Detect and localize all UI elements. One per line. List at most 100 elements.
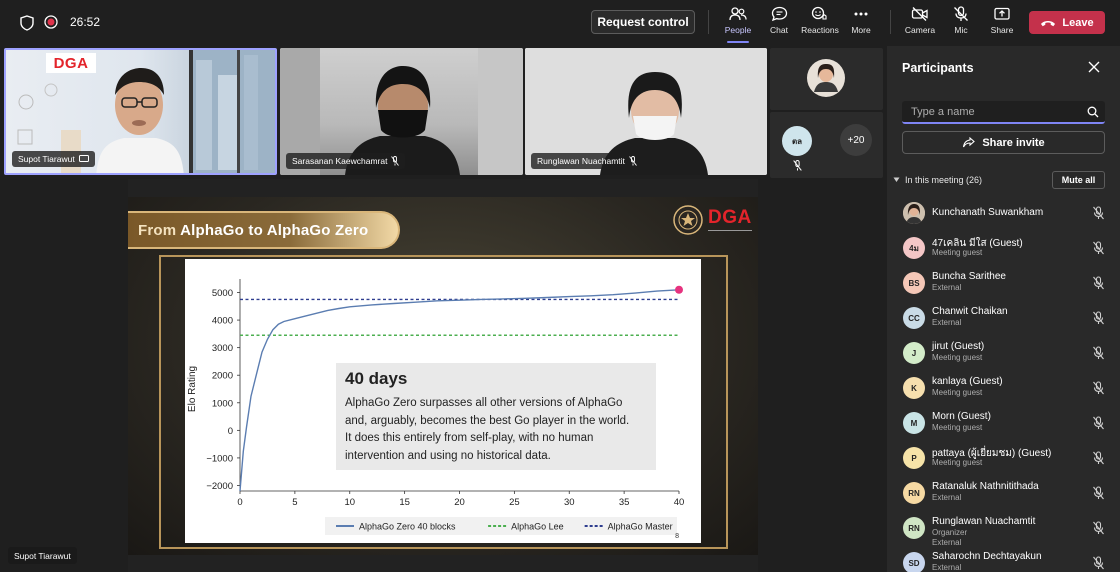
speaker-background-logo: DGA bbox=[46, 53, 96, 73]
series-endpoint-marker bbox=[675, 285, 683, 294]
participant-row[interactable]: 4ม 47เคลิน มีใส (Guest) Meeting guest bbox=[902, 231, 1112, 265]
share-button[interactable]: Share bbox=[980, 6, 1024, 44]
participant-row[interactable]: RN Ratanaluk Nathnitithada External bbox=[902, 476, 1112, 510]
speaker-video-tile[interactable]: DGA Supot Tiarawut bbox=[4, 48, 277, 175]
participant-role: External bbox=[932, 563, 962, 572]
x-tick-label: 5 bbox=[292, 497, 297, 508]
x-tick-label: 10 bbox=[344, 497, 355, 508]
participant-name: Chanwit Chaikan bbox=[932, 306, 1008, 317]
meeting-timer: 26:52 bbox=[70, 15, 101, 29]
mic-muted-icon[interactable] bbox=[1092, 311, 1106, 325]
participant-name: Buncha Sarithee bbox=[932, 271, 1006, 282]
y-tick-label: 2000 bbox=[212, 371, 233, 382]
participant-search-input[interactable] bbox=[911, 106, 1081, 118]
participant-row[interactable]: Jjirut (Guest) Meeting guest bbox=[902, 336, 1112, 370]
participant-name: kanlaya (Guest) bbox=[932, 376, 1003, 387]
participant-row[interactable]: Kunchanath Suwankham bbox=[902, 196, 1112, 230]
mic-muted-icon[interactable] bbox=[1092, 486, 1106, 500]
mic-muted-icon bbox=[629, 156, 637, 166]
mic-button[interactable]: Mic bbox=[939, 6, 983, 44]
mic-muted-icon[interactable] bbox=[1092, 556, 1106, 570]
participant-search-box bbox=[902, 101, 1105, 124]
mic-muted-icon bbox=[793, 160, 802, 171]
mic-muted-icon[interactable] bbox=[1092, 346, 1106, 360]
mic-muted-icon[interactable] bbox=[1092, 276, 1106, 290]
people-icon bbox=[729, 7, 747, 21]
reactions-button[interactable]: Reactions bbox=[798, 6, 842, 44]
government-seal-icon bbox=[673, 205, 703, 235]
participant-row[interactable]: CC Chanwit Chaikan External bbox=[902, 301, 1112, 335]
mic-muted-icon[interactable] bbox=[1092, 206, 1106, 220]
participant-avatar: RN bbox=[903, 517, 925, 539]
y-tick-label: 5000 bbox=[212, 288, 233, 299]
search-icon[interactable] bbox=[1087, 106, 1099, 118]
overflow-participants-tile: ตล +20 bbox=[770, 112, 883, 178]
camera-button[interactable]: Camera bbox=[898, 6, 942, 44]
mic-muted-icon[interactable] bbox=[1092, 241, 1106, 255]
in-meeting-label: In this meeting (26) bbox=[905, 175, 983, 185]
shield-icon[interactable] bbox=[19, 14, 35, 31]
participant-row[interactable]: Kkanlaya (Guest) Meeting guest bbox=[902, 371, 1112, 405]
participant-name-tag: Sarasanan Kaewchamrat bbox=[286, 153, 406, 169]
share-invite-button[interactable]: Share invite bbox=[902, 131, 1105, 154]
camera-label: Camera bbox=[904, 25, 936, 35]
dga-logo-text: DGA bbox=[53, 54, 89, 72]
more-label: More bbox=[851, 25, 871, 35]
participant-role: Meeting guest bbox=[932, 388, 983, 397]
participant-row[interactable]: Ppattaya (ผู้เยี่ยมชม) (Guest) Meeting gu… bbox=[902, 441, 1112, 475]
participant-name: Saharochn Dechtayakun bbox=[932, 551, 1042, 562]
mic-muted-icon[interactable] bbox=[1092, 416, 1106, 430]
mute-all-button[interactable]: Mute all bbox=[1052, 171, 1105, 189]
slide-page-number: 8 bbox=[675, 533, 679, 540]
dga-logo: DGA bbox=[708, 207, 756, 233]
y-axis-label: Elo Rating bbox=[187, 366, 198, 412]
leave-button[interactable]: Leave bbox=[1029, 11, 1105, 34]
participant-role: Meeting guest bbox=[932, 353, 983, 362]
mic-off-icon bbox=[954, 6, 968, 21]
participant-video-tile[interactable]: Sarasanan Kaewchamrat bbox=[280, 48, 523, 175]
mic-muted-icon[interactable] bbox=[1092, 381, 1106, 395]
people-button[interactable]: People bbox=[716, 6, 760, 44]
x-tick-label: 20 bbox=[454, 497, 465, 508]
chat-icon bbox=[771, 6, 787, 22]
participant-name: Runglawan Nuachamtit bbox=[537, 156, 625, 166]
people-label: People bbox=[724, 25, 752, 35]
overflow-count-badge[interactable]: +20 bbox=[840, 124, 872, 156]
slide-title-main: AlphaGo to AlphaGo Zero bbox=[180, 221, 369, 239]
more-button[interactable]: More bbox=[839, 6, 883, 44]
x-tick-label: 35 bbox=[619, 497, 630, 508]
teams-meeting-window: 26:52 Request control People Chat Reacti… bbox=[0, 0, 1120, 572]
participant-row[interactable]: RN Runglawan Nuachamtit Organizer External bbox=[902, 511, 1112, 547]
participant-role: Meeting guest bbox=[932, 248, 983, 257]
x-tick-label: 0 bbox=[237, 497, 242, 508]
mic-muted-icon[interactable] bbox=[1092, 521, 1106, 535]
elo-chart: 0 5 10 15 20 25 30 35 40 −2000 −1000 0 1000 2000 3000 4… bbox=[185, 259, 701, 543]
participant-avatar: M bbox=[903, 412, 925, 434]
meeting-toolbar: 26:52 Request control People Chat Reacti… bbox=[0, 0, 1120, 46]
participant-role: External bbox=[932, 283, 962, 292]
close-panel-button[interactable] bbox=[1086, 59, 1102, 75]
participant-video-tile[interactable]: Runglawan Nuachamtit bbox=[525, 48, 767, 175]
callout-line: AlphaGo Zero surpasses all other version… bbox=[345, 397, 623, 409]
chevron-down-icon bbox=[893, 177, 900, 182]
mic-muted-icon[interactable] bbox=[1092, 451, 1106, 465]
logo-underline bbox=[708, 230, 752, 231]
mic-label: Mic bbox=[954, 25, 968, 35]
participant-row[interactable]: SD Saharochn Dechtayakun External bbox=[902, 546, 1112, 572]
callout-line: intervention and using no historical dat… bbox=[345, 449, 551, 462]
participant-row[interactable]: M Morn (Guest) Meeting guest bbox=[902, 406, 1112, 440]
request-control-button[interactable]: Request control bbox=[591, 10, 695, 34]
participant-name: jirut (Guest) bbox=[932, 341, 985, 352]
callout-line: It does this entirely from self-play, wi… bbox=[345, 432, 594, 444]
dga-logo-text: DGA bbox=[708, 207, 752, 228]
participant-avatar: P bbox=[903, 447, 925, 469]
participant-initials-avatar[interactable]: ตล bbox=[782, 126, 812, 156]
x-tick-label: 15 bbox=[399, 497, 410, 508]
participant-video-tile[interactable] bbox=[770, 48, 883, 110]
in-meeting-section-header[interactable]: In this meeting (26) bbox=[893, 175, 982, 185]
participant-row[interactable]: BS Buncha Sarithee External bbox=[902, 266, 1112, 300]
chat-button[interactable]: Chat bbox=[757, 6, 801, 44]
slide-title-banner: From AlphaGo to AlphaGo Zero bbox=[128, 211, 400, 249]
participant-avatar bbox=[903, 202, 925, 224]
participant-name: Kunchanath Suwankham bbox=[932, 207, 1044, 218]
